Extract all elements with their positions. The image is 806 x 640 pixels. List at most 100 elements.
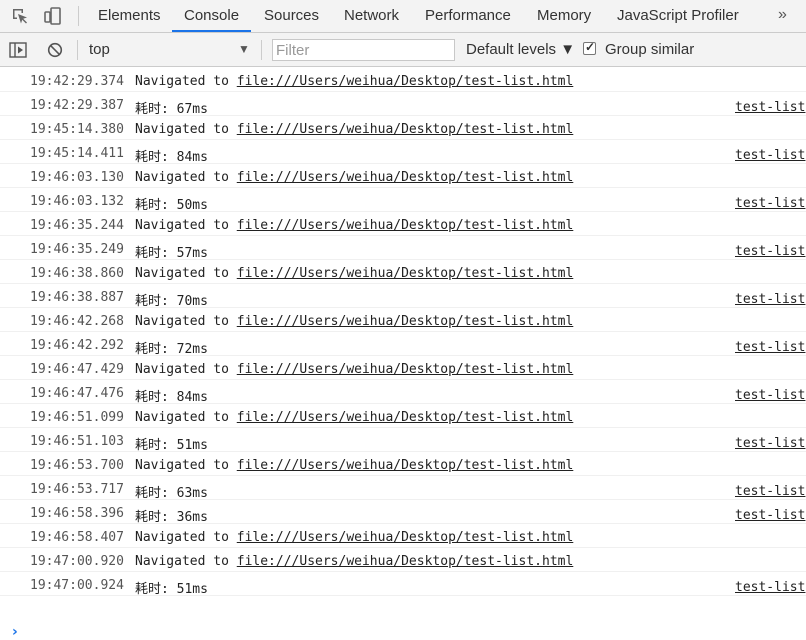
console-message-row: 19:46:03.130 Navigated to file:///Users/w… [0, 164, 806, 188]
message-timestamp: 19:46:03.130 [30, 170, 124, 185]
device-toolbar-icon[interactable] [44, 7, 62, 25]
message-timestamp: 19:46:47.429 [30, 362, 124, 377]
console-message-row: 19:46:47.429 Navigated to file:///Users/w… [0, 356, 806, 380]
message-text: 耗时: 57ms [135, 242, 208, 261]
message-timestamp: 19:46:03.132 [30, 194, 124, 209]
console-message-row: 19:46:51.103 耗时: 51ms test-list [0, 428, 806, 453]
navigation-url-link[interactable]: file:///Users/weihua/Desktop/test-list.h… [237, 122, 574, 137]
message-body: 耗时: 50ms [135, 198, 208, 213]
tab-elements[interactable]: Elements [98, 0, 161, 32]
message-text: Navigated to file:///Users/weihua/Deskto… [135, 530, 573, 545]
context-selector[interactable]: top [89, 41, 110, 58]
message-source-link[interactable]: test-list [735, 148, 805, 163]
message-timestamp: 19:47:00.920 [30, 554, 124, 569]
message-timestamp: 19:47:00.924 [30, 578, 124, 593]
message-body: Navigated to [135, 458, 237, 473]
tab-javascript-profiler[interactable]: JavaScript Profiler [617, 0, 739, 32]
message-source-link[interactable]: test-list [735, 244, 805, 259]
console-message-row: 19:42:29.374 Navigated to file:///Users/w… [0, 68, 806, 92]
message-source-link[interactable]: test-list [735, 580, 805, 595]
navigation-url-link[interactable]: file:///Users/weihua/Desktop/test-list.h… [237, 218, 574, 233]
console-message-row: 19:45:14.411 耗时: 84ms test-list [0, 140, 806, 165]
message-timestamp: 19:42:29.387 [30, 98, 124, 113]
message-timestamp: 19:45:14.380 [30, 122, 124, 137]
console-message-row: 19:47:00.924 耗时: 51ms test-list [0, 572, 806, 597]
show-sidebar-icon[interactable] [9, 42, 27, 58]
message-text: 耗时: 84ms [135, 146, 208, 165]
tab-console[interactable]: Console [171, 0, 252, 32]
message-timestamp: 19:46:53.700 [30, 458, 124, 473]
tab-sources[interactable]: Sources [264, 0, 319, 32]
message-source-link[interactable]: test-list [735, 292, 805, 307]
console-message-row: 19:46:58.407 Navigated to file:///Users/w… [0, 524, 806, 548]
message-timestamp: 19:46:35.249 [30, 242, 124, 257]
navigation-url-link[interactable]: file:///Users/weihua/Desktop/test-list.h… [237, 458, 574, 473]
inspect-element-icon[interactable] [11, 7, 29, 25]
message-source-link[interactable]: test-list [735, 484, 805, 499]
console-message-row: 19:46:58.396 耗时: 36ms test-list [0, 500, 806, 525]
message-text: Navigated to file:///Users/weihua/Deskto… [135, 458, 573, 473]
toolbar-divider [261, 40, 262, 60]
message-text: Navigated to file:///Users/weihua/Deskto… [135, 122, 573, 137]
message-text: Navigated to file:///Users/weihua/Deskto… [135, 410, 573, 425]
navigation-url-link[interactable]: file:///Users/weihua/Desktop/test-list.h… [237, 362, 574, 377]
message-body: Navigated to [135, 74, 237, 89]
more-tabs-button[interactable]: » [778, 0, 787, 32]
clear-console-icon[interactable] [47, 42, 63, 58]
console-prompt-icon[interactable]: › [12, 624, 18, 640]
message-body: 耗时: 57ms [135, 246, 208, 261]
filter-input[interactable] [272, 39, 455, 61]
message-timestamp: 19:46:58.396 [30, 506, 124, 521]
message-text: Navigated to file:///Users/weihua/Deskto… [135, 218, 573, 233]
message-timestamp: 19:42:29.374 [30, 74, 124, 89]
message-timestamp: 19:46:58.407 [30, 530, 124, 545]
tab-memory[interactable]: Memory [537, 0, 591, 32]
context-dropdown-arrow-icon[interactable]: ▼ [238, 42, 250, 56]
message-text: 耗时: 84ms [135, 386, 208, 405]
message-text: Navigated to file:///Users/weihua/Deskto… [135, 170, 573, 185]
message-body: 耗时: 67ms [135, 102, 208, 117]
message-body: 耗时: 72ms [135, 342, 208, 357]
message-source-link[interactable]: test-list [735, 340, 805, 355]
message-timestamp: 19:46:51.099 [30, 410, 124, 425]
tab-performance[interactable]: Performance [425, 0, 511, 32]
message-text: 耗时: 72ms [135, 338, 208, 357]
message-source-link[interactable]: test-list [735, 196, 805, 211]
console-message-row: 19:46:38.887 耗时: 70ms test-list [0, 284, 806, 309]
message-text: Navigated to file:///Users/weihua/Deskto… [135, 362, 573, 377]
message-source-link[interactable]: test-list [735, 436, 805, 451]
navigation-url-link[interactable]: file:///Users/weihua/Desktop/test-list.h… [237, 554, 574, 569]
message-text: 耗时: 70ms [135, 290, 208, 309]
group-similar-checkbox[interactable] [583, 40, 596, 55]
message-body: Navigated to [135, 410, 237, 425]
message-timestamp: 19:46:38.887 [30, 290, 124, 305]
navigation-url-link[interactable]: file:///Users/weihua/Desktop/test-list.h… [237, 314, 574, 329]
log-levels-dropdown[interactable]: Default levels ▼ [466, 41, 575, 58]
message-source-link[interactable]: test-list [735, 508, 805, 523]
console-toolbar: top ▼ Default levels ▼ Group similar [0, 33, 806, 67]
message-body: 耗时: 51ms [135, 438, 208, 453]
navigation-url-link[interactable]: file:///Users/weihua/Desktop/test-list.h… [237, 410, 574, 425]
navigation-url-link[interactable]: file:///Users/weihua/Desktop/test-list.h… [237, 530, 574, 545]
message-timestamp: 19:46:51.103 [30, 434, 124, 449]
message-text: 耗时: 63ms [135, 482, 208, 501]
console-message-row: 19:47:00.920 Navigated to file:///Users/w… [0, 548, 806, 572]
navigation-url-link[interactable]: file:///Users/weihua/Desktop/test-list.h… [237, 170, 574, 185]
message-body: 耗时: 36ms [135, 510, 208, 525]
console-message-row: 19:45:14.380 Navigated to file:///Users/w… [0, 116, 806, 140]
navigation-url-link[interactable]: file:///Users/weihua/Desktop/test-list.h… [237, 74, 574, 89]
tab-network[interactable]: Network [344, 0, 399, 32]
console-message-row: 19:46:38.860 Navigated to file:///Users/w… [0, 260, 806, 284]
console-message-row: 19:46:42.292 耗时: 72ms test-list [0, 332, 806, 357]
navigation-url-link[interactable]: file:///Users/weihua/Desktop/test-list.h… [237, 266, 574, 281]
console-message-row: 19:46:53.700 Navigated to file:///Users/w… [0, 452, 806, 476]
message-timestamp: 19:46:53.717 [30, 482, 124, 497]
console-message-row: 19:46:51.099 Navigated to file:///Users/w… [0, 404, 806, 428]
message-text: Navigated to file:///Users/weihua/Deskto… [135, 74, 573, 89]
message-source-link[interactable]: test-list [735, 388, 805, 403]
message-text: Navigated to file:///Users/weihua/Deskto… [135, 266, 573, 281]
message-timestamp: 19:46:47.476 [30, 386, 124, 401]
message-text: Navigated to file:///Users/weihua/Deskto… [135, 314, 573, 329]
message-text: 耗时: 67ms [135, 98, 208, 117]
message-source-link[interactable]: test-list [735, 100, 805, 115]
